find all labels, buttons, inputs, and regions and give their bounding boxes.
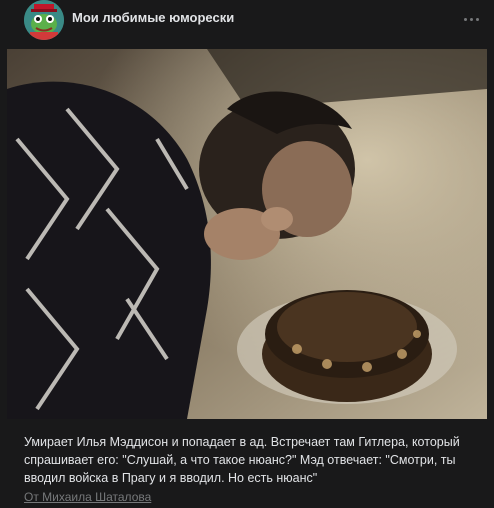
community-avatar[interactable] <box>24 0 64 40</box>
post-video[interactable] <box>7 49 487 419</box>
author-link[interactable]: От Михаила Шаталова <box>24 490 151 504</box>
post-card: Мои любимые юморески Умирает Илья Мэддис… <box>0 0 494 508</box>
post-text-line: вводил войска в Прагу и я вводил. Но ест… <box>24 471 318 485</box>
post-text-line: спрашивает его: "Слушай, а что такое нюа… <box>24 453 456 467</box>
community-name[interactable]: Мои любимые юморески <box>72 10 234 25</box>
video-gif-frame <box>7 49 487 419</box>
post-text-line: Умирает Илья Мэддисон и попадает в ад. В… <box>24 435 460 449</box>
more-options-button[interactable] <box>460 10 482 28</box>
post-text: Умирает Илья Мэддисон и попадает в ад. В… <box>24 433 474 487</box>
frog-avatar-icon <box>24 0 64 40</box>
post-header: Мои любимые юморески <box>0 0 494 48</box>
more-horizontal-icon <box>463 17 467 21</box>
